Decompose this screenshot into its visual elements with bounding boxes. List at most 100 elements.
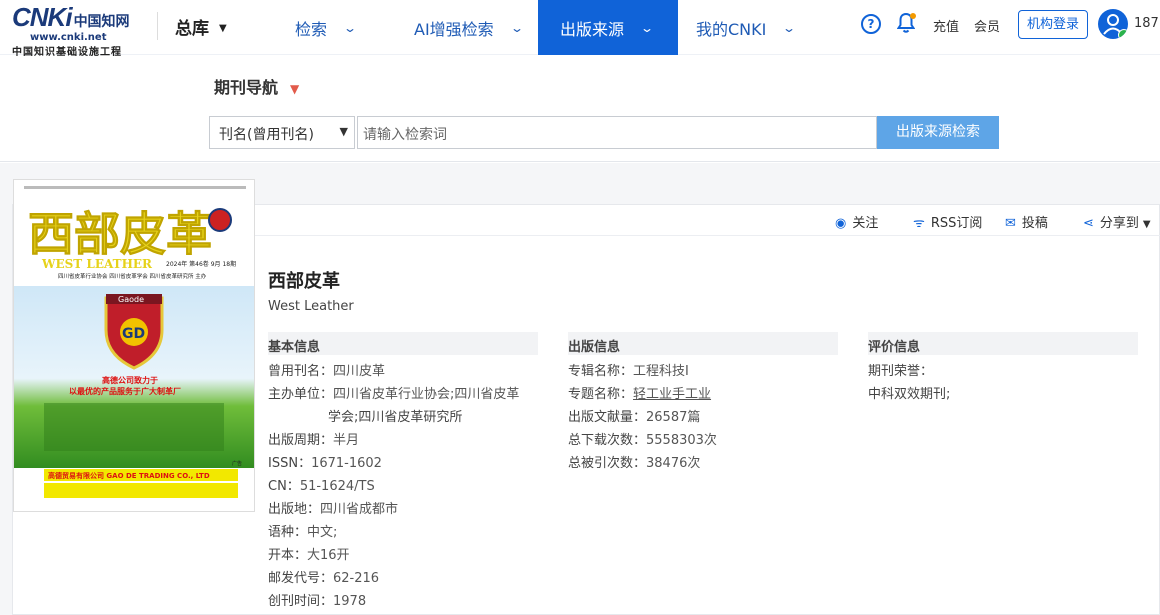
founded-row: 创刊时间：1978 [268,590,366,613]
former-name-value: 四川皮革 [333,364,386,379]
nav-my-cnki[interactable]: 我的CNKI ⌄ [696,0,797,55]
cover-slogan-1: 高德公司致力于 [102,375,158,385]
founded-value: 1978 [333,594,367,609]
nav-my-cnki-label: 我的CNKI [696,19,767,39]
caret-down-icon: ▼ [1142,219,1151,230]
top-navigation-bar: CNKi 中国知网 www.cnki.net 中国知识基础设施工程 总库 ▼ 检索 ⌄… [0,0,1160,58]
eye-icon: ◉ [835,216,847,231]
chevron-down-icon: ⌄ [343,20,358,35]
svg-text:GD: GD [122,326,145,342]
member-link[interactable]: 会员 [974,16,1000,35]
cover-badge: Gaode [118,295,144,304]
follow-label: 关注 [852,216,879,231]
publication-search-button[interactable]: 出版来源检索 [877,116,999,149]
org-login-button[interactable]: 机构登录 [1018,10,1088,39]
cycle-value: 半月 [333,433,360,448]
postal-code-row: 邮发代号：62-216 [268,567,379,590]
topic-link[interactable]: 轻工业手工业 [633,387,711,402]
cover-title-zh: 西部皮革 [28,207,212,261]
search-field-value: 刊名(曾用刊名) [219,127,314,143]
user-id: 1871 [1134,16,1160,31]
journal-navigation-title[interactable]: 期刊导航 ▼ [214,74,299,98]
sponsor-label: 主办单位： [268,387,334,402]
chevron-down-icon: ⌄ [782,20,797,35]
nav-ai-search[interactable]: AI增强检索 ⌄ [414,0,524,55]
documents-value: 26587篇 [646,410,701,425]
chevron-down-icon: ▼ [339,125,348,138]
notification-dot [910,13,916,19]
follow-button[interactable]: ◉ 关注 [835,212,878,231]
rss-button[interactable]: ᯤ RSS订阅 [913,212,982,231]
language-value: 中文; [307,525,338,540]
cover-slogan-2: 以最优的产品服务于广大制革厂 [69,386,181,396]
chevron-down-icon: ⌄ [640,20,655,35]
citations-label: 总被引次数： [568,456,647,471]
downloads-value: 5558303次 [646,433,717,448]
sponsor-row: 主办单位：四川省皮革行业协会;四川省皮革 [268,383,519,406]
journal-title: 西部皮革 [268,271,340,292]
postal-code-label: 邮发代号： [268,571,334,586]
cover-company: 高德贸易有限公司 GAO DE TRADING CO., LTD [48,471,210,480]
issn-value: 1671-1602 [311,456,382,471]
basic-info-heading: 基本信息 [268,332,538,355]
publication-info-heading: 出版信息 [568,332,838,355]
place-value: 四川省成都市 [320,502,399,517]
recharge-link[interactable]: 充值 [933,16,959,35]
honor-label: 期刊荣誉： [868,364,934,379]
help-icon[interactable]: ? [861,14,881,34]
downloads-label: 总下载次数： [568,433,647,448]
journal-title-en: West Leather [268,299,354,314]
search-input[interactable]: 请输入检索词 [357,116,877,149]
documents-row: 出版文献量：26587篇 [568,406,700,429]
chevron-down-icon: ⌄ [509,20,524,35]
nav-search[interactable]: 检索 ⌄ [295,0,358,55]
citations-row: 总被引次数：38476次 [568,452,700,475]
journal-actions-bar: ◉ 关注 ᯤ RSS订阅 ✉ 投稿 ⋖ 分享到 ▼ [255,204,1160,236]
sponsor-value: 四川省皮革行业协会;四川省皮革 [333,387,520,402]
logo-chinese-name: 中国知网 [73,13,130,29]
cn-value: 51-1624/TS [299,479,375,494]
journal-cover-image: 西部皮革 WEST LEATHER 2024年 第46卷 9月 18期 四川省皮… [13,179,255,512]
issn-row: ISSN：1671-1602 [268,452,382,475]
database-selector[interactable]: 总库 ▼ [175,14,227,39]
citations-value: 38476次 [646,456,701,471]
notification-bell-icon[interactable] [896,12,916,34]
nav-publication-source[interactable]: 出版来源 ⌄ [538,0,678,55]
nav-publication-source-label: 出版来源 [560,19,625,39]
journal-navigation-label: 期刊导航 [214,78,279,97]
downloads-row: 总下载次数：5558303次 [568,429,717,452]
share-label: 分享到 [1099,216,1139,231]
journal-search-area: 期刊导航 ▼ 刊名(曾用刊名) ▼ 请输入检索词 出版来源检索 [0,56,1160,162]
divider [157,12,158,40]
cycle-label: 出版周期： [268,433,334,448]
search-field-select[interactable]: 刊名(曾用刊名) ▼ [209,116,355,149]
cn-row: CN：51-1624/TS [268,475,375,498]
share-button[interactable]: ⋖ 分享到 ▼ [1083,212,1151,231]
cover-ad-mark: 广告 [232,460,242,467]
topic-label: 专题名称： [568,387,634,402]
former-name-row: 曾用刊名：四川皮革 [268,360,385,383]
founded-label: 创刊时间： [268,594,334,609]
triangle-down-icon: ▼ [290,82,300,96]
user-avatar[interactable] [1098,9,1128,39]
language-row: 语种：中文; [268,521,337,544]
verified-check-icon [1118,29,1128,39]
cover-issue: 2024年 第46卷 9月 18期 [166,260,236,268]
nav-ai-search-label: AI增强检索 [414,19,494,39]
issn-label: ISSN： [268,456,312,471]
cover-title-en: WEST LEATHER [41,257,153,271]
series-value: 工程科技I [633,364,689,379]
evaluation-info-heading: 评价信息 [868,332,1138,355]
former-name-label: 曾用刊名： [268,364,334,379]
topic-row: 专题名称：轻工业手工业 [568,383,711,406]
nav-search-label: 检索 [295,19,328,39]
format-row: 开本：大16开 [268,544,350,567]
postal-code-value: 62-216 [333,571,380,586]
place-row: 出版地：四川省成都市 [268,498,398,521]
envelope-icon: ✉ [1005,216,1016,231]
submit-button[interactable]: ✉ 投稿 [1005,212,1048,231]
series-label: 专辑名称： [568,364,634,379]
cnki-logo[interactable]: CNKi 中国知网 www.cnki.net 中国知识基础设施工程 [12,4,142,58]
rss-icon: ᯤ [913,216,925,231]
share-icon: ⋖ [1083,216,1094,231]
